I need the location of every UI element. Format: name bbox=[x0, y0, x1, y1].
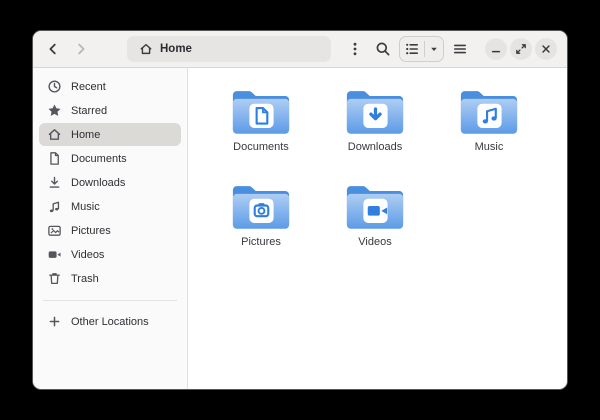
file-grid: Documents Downloads bbox=[188, 68, 567, 389]
sidebar-item-label: Documents bbox=[71, 153, 127, 165]
clock-icon bbox=[47, 79, 62, 94]
close-icon bbox=[539, 42, 553, 56]
file-manager-window: Home bbox=[32, 30, 568, 390]
sidebar-item-videos[interactable]: Videos bbox=[39, 243, 181, 266]
list-view-button[interactable] bbox=[400, 37, 424, 61]
document-icon bbox=[47, 151, 62, 166]
download-arrow-icon bbox=[47, 175, 62, 190]
view-menu-dropdown[interactable] bbox=[425, 37, 443, 61]
folder-videos[interactable]: Videos bbox=[318, 179, 432, 274]
sidebar-item-label: Videos bbox=[71, 249, 104, 261]
folder-icon-downloads bbox=[344, 85, 406, 136]
sidebar-item-label: Recent bbox=[71, 81, 106, 93]
folder-label: Documents bbox=[233, 141, 289, 153]
sidebar-item-label: Starred bbox=[71, 105, 107, 117]
maximize-button[interactable] bbox=[510, 38, 532, 60]
sidebar-item-label: Home bbox=[71, 129, 100, 141]
folder-icon-documents bbox=[230, 85, 292, 136]
sidebar-item-label: Trash bbox=[71, 273, 99, 285]
trash-icon bbox=[47, 271, 62, 286]
hamburger-icon bbox=[452, 41, 468, 57]
music-note-icon bbox=[47, 199, 62, 214]
camcorder-icon bbox=[47, 247, 62, 262]
sidebar-item-downloads[interactable]: Downloads bbox=[39, 171, 181, 194]
folder-documents[interactable]: Documents bbox=[204, 84, 318, 179]
location-pathbar[interactable]: Home bbox=[127, 36, 331, 62]
forward-icon bbox=[73, 41, 89, 57]
sidebar-item-home[interactable]: Home bbox=[39, 123, 181, 146]
sidebar-item-starred[interactable]: Starred bbox=[39, 99, 181, 122]
search-icon bbox=[375, 41, 391, 57]
view-options-button[interactable] bbox=[343, 37, 367, 61]
sidebar-item-label: Other Locations bbox=[71, 316, 149, 328]
path-label: Home bbox=[160, 43, 192, 55]
sidebar-item-recent[interactable]: Recent bbox=[39, 75, 181, 98]
folder-label: Videos bbox=[358, 236, 391, 248]
folder-icon-videos bbox=[344, 180, 406, 231]
sidebar: Recent Starred Home Documents bbox=[33, 68, 188, 389]
back-button[interactable] bbox=[41, 37, 65, 61]
plus-icon bbox=[47, 314, 62, 329]
folder-pictures[interactable]: Pictures bbox=[204, 179, 318, 274]
folder-icon-music bbox=[458, 85, 520, 136]
folder-label: Music bbox=[475, 141, 504, 153]
sidebar-item-pictures[interactable]: Pictures bbox=[39, 219, 181, 242]
folder-label: Downloads bbox=[348, 141, 402, 153]
list-view-icon bbox=[404, 41, 420, 57]
main-menu-button[interactable] bbox=[448, 37, 472, 61]
sidebar-item-label: Pictures bbox=[71, 225, 111, 237]
sidebar-item-label: Music bbox=[71, 201, 100, 213]
view-switcher bbox=[399, 36, 444, 62]
headerbar: Home bbox=[33, 31, 567, 68]
folder-downloads[interactable]: Downloads bbox=[318, 84, 432, 179]
sidebar-item-music[interactable]: Music bbox=[39, 195, 181, 218]
star-icon bbox=[47, 103, 62, 118]
minimize-icon bbox=[489, 42, 503, 56]
folder-label: Pictures bbox=[241, 236, 281, 248]
sidebar-item-label: Downloads bbox=[71, 177, 125, 189]
minimize-button[interactable] bbox=[485, 38, 507, 60]
menu-dots-icon bbox=[347, 41, 363, 57]
sidebar-item-other-locations[interactable]: Other Locations bbox=[39, 310, 181, 333]
caret-down-icon bbox=[428, 43, 440, 55]
window-body: Recent Starred Home Documents bbox=[33, 68, 567, 389]
maximize-icon bbox=[514, 42, 528, 56]
folder-icon-pictures bbox=[230, 180, 292, 231]
window-controls bbox=[482, 38, 557, 60]
search-button[interactable] bbox=[371, 37, 395, 61]
home-icon bbox=[47, 127, 62, 142]
forward-button[interactable] bbox=[69, 37, 93, 61]
sidebar-item-documents[interactable]: Documents bbox=[39, 147, 181, 170]
picture-icon bbox=[47, 223, 62, 238]
home-icon bbox=[139, 42, 153, 56]
sidebar-divider bbox=[43, 300, 177, 301]
sidebar-item-trash[interactable]: Trash bbox=[39, 267, 181, 290]
close-button[interactable] bbox=[535, 38, 557, 60]
back-icon bbox=[45, 41, 61, 57]
folder-music[interactable]: Music bbox=[432, 84, 546, 179]
